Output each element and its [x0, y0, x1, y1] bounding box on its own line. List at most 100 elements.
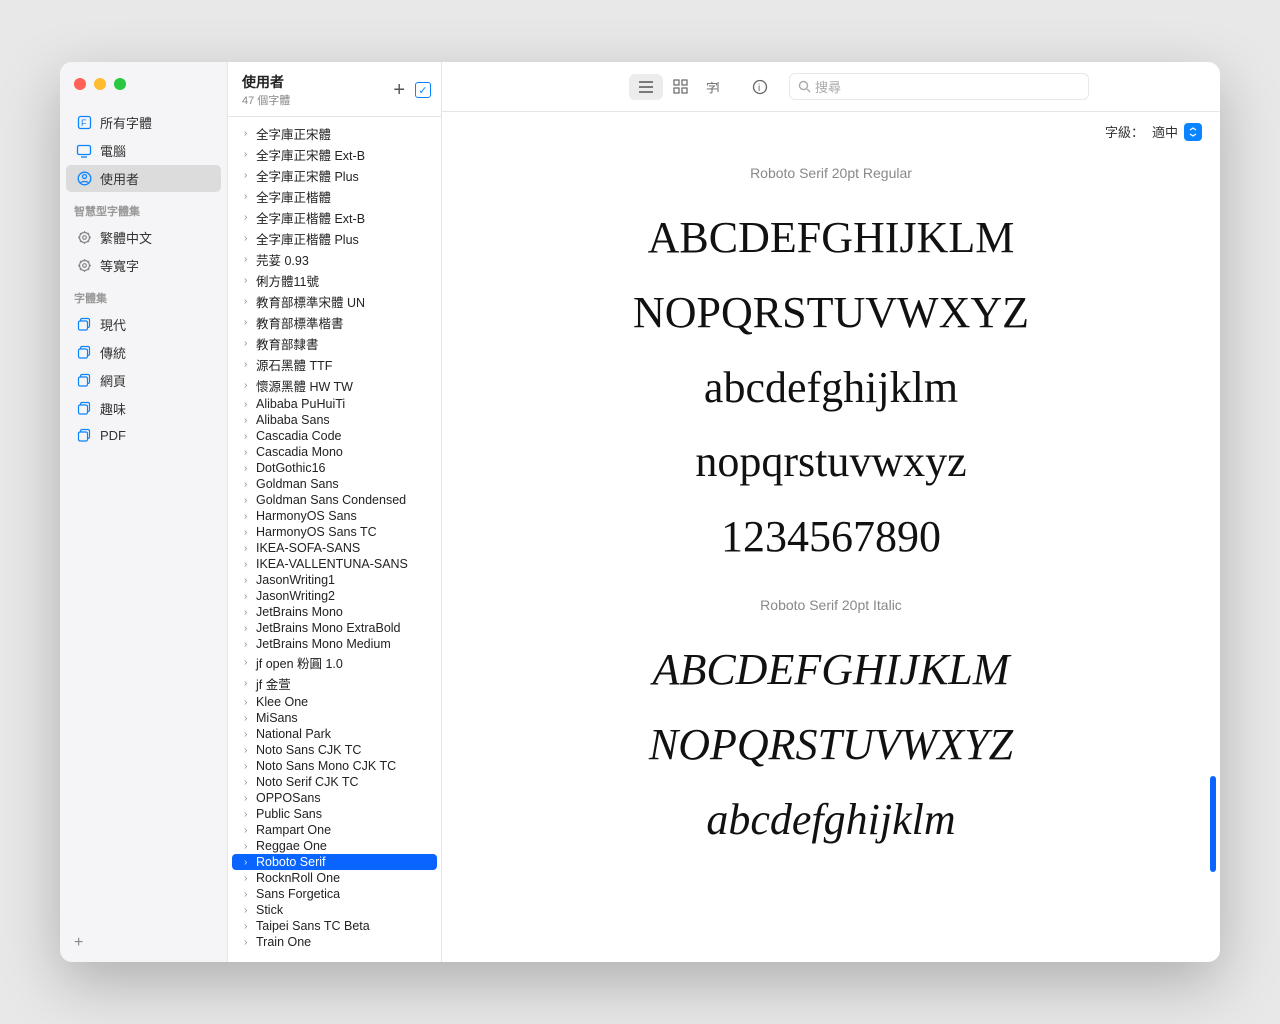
font-row[interactable]: ›MiSans	[228, 710, 441, 726]
sidebar-header-collections: 字體集	[60, 280, 227, 310]
font-name: Noto Sans CJK TC	[256, 743, 361, 757]
sidebar-item[interactable]: PDF	[66, 423, 221, 447]
font-list[interactable]: ›全字庫正宋體›全字庫正宋體 Ext-B›全字庫正宋體 Plus›全字庫正楷體›…	[228, 117, 441, 962]
font-row[interactable]: ›National Park	[228, 726, 441, 742]
svg-text:字: 字	[706, 80, 718, 94]
scrollbar-track[interactable]	[1208, 152, 1216, 952]
font-row[interactable]: ›JasonWriting1	[228, 572, 441, 588]
sidebar-item[interactable]: 使用者	[66, 165, 221, 192]
font-row[interactable]: ›Goldman Sans Condensed	[228, 492, 441, 508]
font-row[interactable]: ›Klee One	[228, 694, 441, 710]
grid-view-button[interactable]	[663, 74, 697, 100]
font-row[interactable]: ›DotGothic16	[228, 460, 441, 476]
sidebar-item[interactable]: 傳統	[66, 339, 221, 366]
disclosure-icon: ›	[244, 431, 252, 442]
font-name: Rampart One	[256, 823, 331, 837]
font-name: JasonWriting2	[256, 589, 335, 603]
font-row[interactable]: ›HarmonyOS Sans TC	[228, 524, 441, 540]
font-row[interactable]: › Rampart One	[228, 822, 441, 838]
add-collection-button[interactable]: +	[60, 924, 227, 962]
disclosure-icon: ›	[244, 479, 252, 490]
sidebar-item[interactable]: 現代	[66, 311, 221, 338]
sidebar-item[interactable]: 網頁	[66, 367, 221, 394]
font-row[interactable]: ›IKEA-SOFA-SANS	[228, 540, 441, 556]
font-row[interactable]: ›Stick	[228, 902, 441, 918]
font-row[interactable]: ›全字庫正宋體 Ext-B	[228, 144, 441, 165]
font-row[interactable]: ›Noto Sans CJK TC	[228, 742, 441, 758]
font-row[interactable]: ›芫荽 0.93	[228, 249, 441, 270]
font-row[interactable]: ›HarmonyOS Sans	[228, 508, 441, 524]
font-row[interactable]: ›Cascadia Code	[228, 428, 441, 444]
font-row[interactable]: ›Public Sans	[228, 806, 441, 822]
font-row[interactable]: ›教育部標準楷書	[228, 312, 441, 333]
font-row[interactable]: ›Goldman Sans	[228, 476, 441, 492]
size-control-bar: 字級： 適中	[442, 112, 1220, 143]
font-row[interactable]: ›jf 金萱	[228, 673, 441, 694]
font-row[interactable]: ›JasonWriting2	[228, 588, 441, 604]
search-field[interactable]: 搜尋	[789, 73, 1089, 100]
custom-view-button[interactable]: 字	[697, 74, 731, 100]
search-placeholder: 搜尋	[815, 77, 841, 96]
font-row[interactable]: ›JetBrains Mono	[228, 604, 441, 620]
close-button[interactable]	[74, 78, 86, 90]
disclosure-icon: ›	[244, 905, 252, 916]
font-row[interactable]: ›Sans Forgetica	[228, 886, 441, 902]
font-name: 懷源黑體 HW TW	[256, 376, 353, 395]
font-row[interactable]: ›RocknRoll One	[228, 870, 441, 886]
font-name: jf open 粉圓 1.0	[256, 653, 343, 672]
sidebar-item[interactable]: 電腦	[66, 137, 221, 164]
font-row[interactable]: ›Roboto Serif	[232, 854, 437, 870]
font-name: 芫荽 0.93	[256, 250, 309, 269]
font-row[interactable]: ›全字庫正楷體 Plus	[228, 228, 441, 249]
font-row[interactable]: ›Noto Sans Mono CJK TC	[228, 758, 441, 774]
font-name: 教育部隸書	[256, 334, 319, 353]
font-row[interactable]: ›Alibaba PuHuiTi	[228, 396, 441, 412]
sample-view-button[interactable]	[629, 74, 663, 100]
font-name: IKEA-SOFA-SANS	[256, 541, 360, 555]
disclosure-icon: ›	[244, 639, 252, 650]
font-row[interactable]: ›Alibaba Sans	[228, 412, 441, 428]
disclosure-icon: ›	[244, 825, 252, 836]
font-row[interactable]: ›教育部標準宋體 UN	[228, 291, 441, 312]
sidebar-item-label: 網頁	[100, 371, 126, 390]
font-row[interactable]: ›Noto Serif CJK TC	[228, 774, 441, 790]
minimize-button[interactable]	[94, 78, 106, 90]
sidebar-item[interactable]: 等寬字	[66, 252, 221, 279]
zoom-button[interactable]	[114, 78, 126, 90]
font-row[interactable]: ›源石黑體 TTF	[228, 354, 441, 375]
font-name: JetBrains Mono Medium	[256, 637, 391, 651]
font-row[interactable]: ›全字庫正宋體 Plus	[228, 165, 441, 186]
font-row[interactable]: ›Train One	[228, 934, 441, 950]
sidebar-item[interactable]: F所有字體	[66, 109, 221, 136]
font-row[interactable]: ›Taipei Sans TC Beta	[228, 918, 441, 934]
preview-block: Roboto Serif 20pt RegularABCDEFGHIJKLMNO…	[482, 143, 1180, 575]
font-row[interactable]: ›IKEA-VALLENTUNA-SANS	[228, 556, 441, 572]
size-selector[interactable]: 適中	[1152, 122, 1202, 141]
add-font-button[interactable]: +	[393, 80, 405, 100]
scrollbar-thumb[interactable]	[1210, 776, 1216, 872]
font-row[interactable]: ›jf open 粉圓 1.0	[228, 652, 441, 673]
font-row[interactable]: ›俐方體11號	[228, 270, 441, 291]
disclosure-icon: ›	[244, 275, 252, 286]
view-mode-segmented[interactable]: 字	[629, 74, 731, 100]
sidebar-item[interactable]: 趣味	[66, 395, 221, 422]
font-row[interactable]: › JetBrains Mono Medium	[228, 636, 441, 652]
sidebar-item[interactable]: 繁體中文	[66, 224, 221, 251]
font-name: 全字庫正楷體 Plus	[256, 229, 359, 248]
font-row[interactable]: ›懷源黑體 HW TW	[228, 375, 441, 396]
info-button[interactable]: i	[743, 74, 777, 100]
font-row[interactable]: ›JetBrains Mono ExtraBold	[228, 620, 441, 636]
font-name: Reggae One	[256, 839, 327, 853]
sidebar-item-label: 等寬字	[100, 256, 139, 275]
toggle-enabled-button[interactable]: ✓	[415, 82, 431, 98]
preview-font-name: Roboto Serif 20pt Regular	[482, 165, 1180, 181]
font-row[interactable]: ›教育部隸書	[228, 333, 441, 354]
font-row[interactable]: ›全字庫正楷體 Ext-B	[228, 207, 441, 228]
font-row[interactable]: ›全字庫正宋體	[228, 123, 441, 144]
font-row[interactable]: ›OPPOSans	[228, 790, 441, 806]
font-row[interactable]: ›Cascadia Mono	[228, 444, 441, 460]
disclosure-icon: ›	[244, 623, 252, 634]
font-row[interactable]: ›全字庫正楷體	[228, 186, 441, 207]
font-name: Alibaba PuHuiTi	[256, 397, 345, 411]
font-row[interactable]: ›Reggae One	[228, 838, 441, 854]
